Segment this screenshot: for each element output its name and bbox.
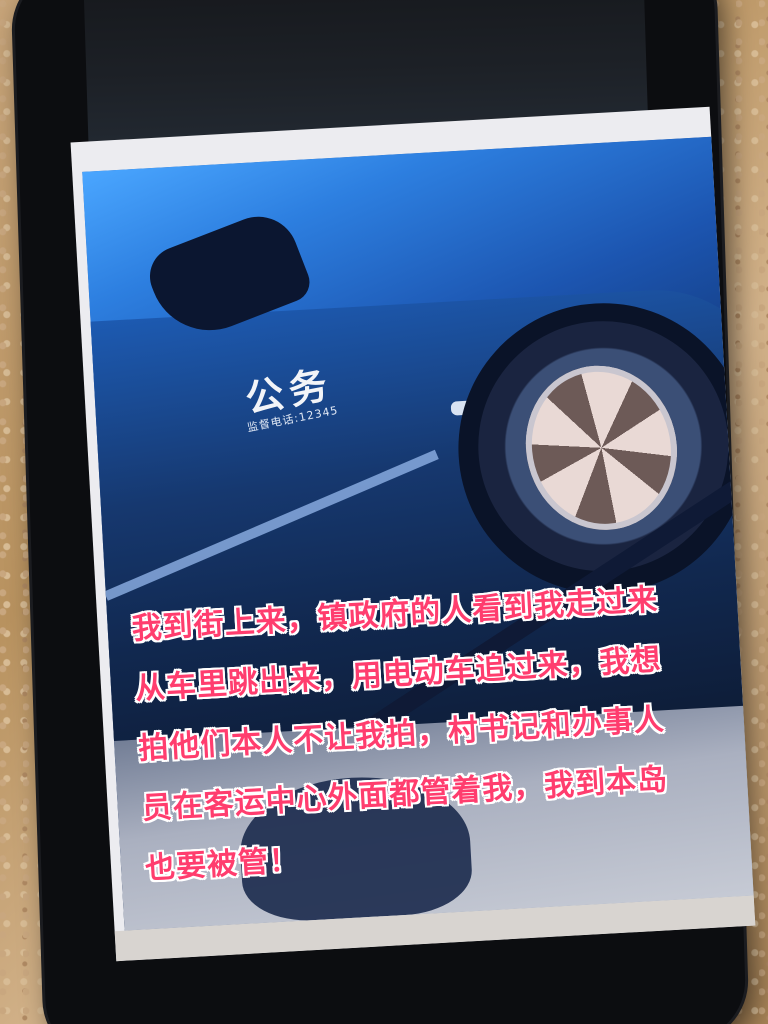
photo-scene: 公务 监督电话:12345 我到街上来，镇政府的人看到我走过来 从车里跳出来，用… bbox=[0, 0, 768, 1024]
phone-screen: 公务 监督电话:12345 我到街上来，镇政府的人看到我走过来 从车里跳出来，用… bbox=[70, 106, 756, 962]
phone-device: 公务 监督电话:12345 我到街上来，镇政府的人看到我走过来 从车里跳出来，用… bbox=[13, 0, 756, 1024]
car-photo: 公务 监督电话:12345 我到街上来，镇政府的人看到我走过来 从车里跳出来，用… bbox=[82, 136, 754, 931]
caption-text: 我到街上来，镇政府的人看到我走过来 从车里跳出来，用电动车追过来，我想 拍他们本… bbox=[130, 566, 752, 899]
